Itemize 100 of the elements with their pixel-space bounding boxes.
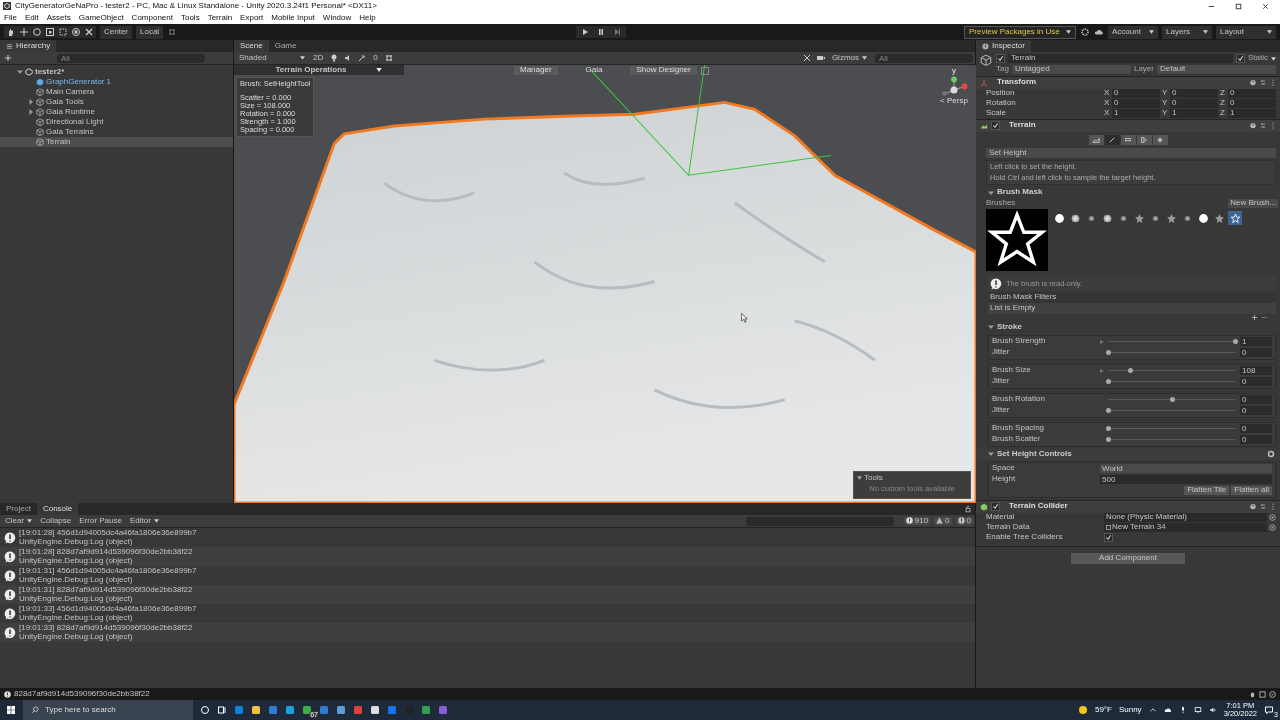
number-field[interactable]: 1 bbox=[1170, 109, 1218, 119]
section-header[interactable]: Stroke bbox=[997, 323, 1022, 332]
number-field[interactable]: 0 bbox=[1228, 89, 1276, 99]
settings-icon[interactable] bbox=[1080, 27, 1090, 37]
rotate-tool-icon[interactable] bbox=[32, 27, 42, 37]
hierarchy-item[interactable]: Terrain bbox=[0, 137, 233, 147]
settings-icon[interactable] bbox=[1266, 449, 1276, 460]
number-field[interactable]: 0 bbox=[1170, 99, 1218, 109]
console-toolbar-button[interactable]: Error Pause bbox=[77, 516, 124, 526]
checkbox[interactable] bbox=[991, 121, 1000, 131]
maximize-icon[interactable] bbox=[1234, 1, 1243, 11]
hierarchy-item[interactable]: Gaia Runtime bbox=[0, 107, 233, 117]
warning-count[interactable]: 0 bbox=[934, 516, 952, 526]
dropdown-caret-icon[interactable] bbox=[1066, 30, 1071, 34]
console-toolbar-button[interactable]: Clear bbox=[3, 516, 35, 526]
number-field[interactable]: 0 bbox=[1112, 99, 1160, 109]
space-button[interactable]: Local bbox=[136, 25, 164, 39]
lock-icon[interactable] bbox=[964, 505, 972, 513]
number-field[interactable]: 0 bbox=[1170, 89, 1218, 99]
terrain-tool-button[interactable] bbox=[1120, 134, 1136, 145]
2d-toggle[interactable]: 2D bbox=[311, 53, 326, 63]
checkbox[interactable] bbox=[996, 54, 1005, 63]
gizmos-dropdown[interactable]: Gizmos bbox=[829, 53, 869, 63]
hand-tool-icon[interactable] bbox=[6, 27, 16, 37]
console-entry[interactable]: [19:01:31] 828d7af9d914d539096f30de2bb38f22 UnityEngine.Debug:Log (object) bbox=[0, 585, 976, 604]
brush-thumbnail[interactable] bbox=[1196, 211, 1210, 226]
object-name-field[interactable]: Terrain bbox=[1008, 54, 1233, 63]
dropdown-caret-icon[interactable] bbox=[862, 56, 867, 60]
search-field[interactable]: All bbox=[875, 53, 973, 63]
dropdown-caret-icon[interactable] bbox=[1267, 30, 1272, 34]
component-title[interactable]: Transform bbox=[997, 78, 1037, 88]
terrain-tool-button[interactable] bbox=[1136, 134, 1152, 145]
number-field[interactable]: 1 bbox=[1240, 337, 1272, 347]
mode-dropdown[interactable]: Set Height bbox=[986, 147, 1276, 158]
log-count[interactable]: 910 bbox=[903, 516, 931, 526]
move-tool-icon[interactable] bbox=[19, 27, 29, 37]
tools-icon[interactable] bbox=[84, 27, 94, 37]
slider-thumb[interactable] bbox=[1169, 397, 1175, 403]
menu-item[interactable]: File bbox=[4, 13, 17, 23]
slider-thumb[interactable] bbox=[1106, 408, 1111, 414]
hierarchy-item[interactable]: GraphGenerator 1 bbox=[0, 77, 233, 87]
slider-thumb[interactable] bbox=[1106, 426, 1111, 432]
height-field[interactable]: 500 bbox=[1100, 475, 1272, 485]
checkbox[interactable] bbox=[991, 502, 1000, 512]
help-icon[interactable] bbox=[1250, 79, 1256, 87]
dropdown-caret-icon[interactable] bbox=[1203, 30, 1208, 34]
number-field[interactable]: 108 bbox=[1240, 366, 1272, 376]
grid-icon[interactable] bbox=[383, 53, 394, 63]
number-field[interactable]: 0 bbox=[1240, 348, 1272, 358]
menu-item[interactable]: Mobile Input bbox=[271, 13, 315, 23]
menu-item[interactable]: Assets bbox=[46, 13, 71, 23]
shading-dropdown[interactable]: Shaded bbox=[237, 53, 307, 63]
hierarchy-item[interactable]: Main Camera bbox=[0, 87, 233, 97]
close-icon[interactable] bbox=[1261, 1, 1270, 11]
number-field[interactable]: 1 bbox=[1228, 109, 1276, 119]
play-marker-icon[interactable] bbox=[1100, 368, 1104, 373]
add-component-button[interactable]: Add Component bbox=[1071, 552, 1185, 564]
taskbar-search-field[interactable]: Type here to search bbox=[23, 700, 193, 720]
console-entry[interactable]: [19:01:28] 828d7af9d914d539096f30de2bb38f22 UnityEngine.Debug:Log (object) bbox=[0, 547, 976, 566]
cloud-icon[interactable] bbox=[1163, 706, 1172, 714]
terrain-tool-button[interactable] bbox=[1104, 134, 1120, 145]
hierarchy-item[interactable]: tester2* bbox=[0, 67, 233, 77]
section-header[interactable]: Set Height Controls bbox=[997, 450, 1072, 459]
menu-item[interactable]: GameObject bbox=[78, 13, 124, 23]
scale-tool-icon[interactable] bbox=[45, 27, 55, 37]
console-tab[interactable]: Project bbox=[0, 503, 37, 515]
layer-dropdown[interactable]: Default bbox=[1156, 65, 1276, 74]
checkbox-icon[interactable] bbox=[700, 66, 709, 75]
number-field[interactable]: 0 bbox=[1240, 406, 1272, 416]
overlay-button[interactable]: Show Designer bbox=[630, 66, 697, 75]
hidden-objects-count[interactable]: 0 bbox=[371, 53, 380, 63]
slider-thumb[interactable] bbox=[1106, 350, 1111, 356]
scene-tab[interactable]: Game bbox=[268, 40, 303, 52]
terrain-tool-button[interactable] bbox=[1152, 134, 1168, 145]
hierarchy-tab[interactable]: Hierarchy bbox=[0, 40, 57, 52]
grid-snap-icon[interactable] bbox=[167, 27, 178, 37]
help-icon[interactable] bbox=[1250, 503, 1256, 511]
caret-icon[interactable] bbox=[376, 68, 383, 72]
pivot-button[interactable]: Center bbox=[100, 25, 132, 39]
component-title[interactable]: Terrain Collider bbox=[1009, 502, 1068, 512]
slider-thumb[interactable] bbox=[1233, 339, 1238, 345]
preview-packages-button[interactable]: Preview Packages in Use bbox=[964, 25, 1076, 39]
help-icon[interactable] bbox=[1250, 122, 1256, 130]
layers-dropdown[interactable]: Layers bbox=[1162, 25, 1212, 39]
slider-thumb[interactable] bbox=[1106, 437, 1111, 443]
preset-icon[interactable] bbox=[1260, 79, 1266, 87]
brush-thumbnail[interactable] bbox=[1052, 211, 1066, 226]
bug-icon[interactable] bbox=[1249, 690, 1256, 698]
preset-icon[interactable] bbox=[1260, 122, 1266, 130]
terrain-tool-button[interactable] bbox=[1088, 134, 1104, 145]
axis-gizmo-icon[interactable] bbox=[940, 75, 968, 97]
number-field[interactable]: 1 bbox=[1112, 109, 1160, 119]
slider-thumb[interactable] bbox=[1106, 379, 1111, 385]
search-field[interactable] bbox=[745, 516, 894, 526]
number-field[interactable]: 0 bbox=[1240, 435, 1272, 445]
dropdown-caret-icon[interactable] bbox=[27, 519, 33, 523]
number-field[interactable]: 0 bbox=[1240, 424, 1272, 434]
hierarchy-item[interactable]: Directional Light bbox=[0, 117, 233, 127]
speaker-icon[interactable] bbox=[1208, 706, 1217, 714]
rect-tool-icon[interactable] bbox=[58, 27, 68, 37]
